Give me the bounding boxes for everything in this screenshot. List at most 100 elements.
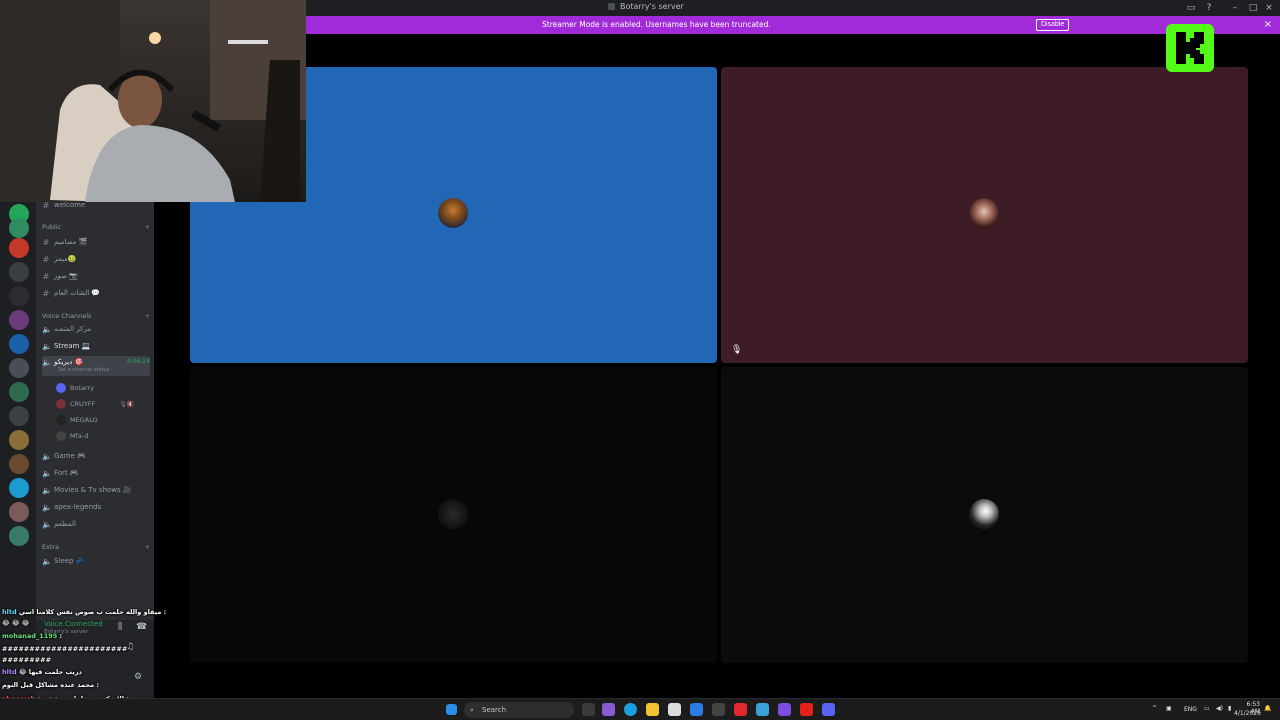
battery-icon[interactable]: ▮ bbox=[1228, 705, 1231, 712]
discord-icon[interactable] bbox=[822, 703, 835, 716]
muted-mic-icon: 🎙 bbox=[731, 345, 743, 355]
server-icon[interactable] bbox=[9, 358, 29, 378]
server-icon[interactable] bbox=[9, 262, 29, 282]
category-public[interactable]: Public + bbox=[42, 220, 150, 234]
notification-bell-icon[interactable]: 🔔 bbox=[1264, 705, 1271, 712]
mail-icon[interactable] bbox=[690, 703, 703, 716]
voice-channel-item[interactable]: 🔈 مركز المتصه bbox=[42, 322, 150, 336]
stream-chat-overlay: hltd ميقاو والله حلمت ب صوص نفس كلامنا ا… bbox=[0, 565, 166, 720]
webcam-overlay bbox=[0, 0, 306, 202]
voice-channel-stream[interactable]: 🔈 Stream 💻 bbox=[42, 339, 150, 353]
clock-date[interactable]: 4/1/2026 bbox=[1234, 710, 1261, 717]
edge-icon[interactable] bbox=[624, 703, 637, 716]
chat-message: mohanad_1195 : bbox=[2, 632, 63, 640]
minimize-icon[interactable]: – bbox=[1230, 3, 1240, 13]
avatar bbox=[56, 383, 66, 393]
voice-user[interactable]: CRUYFF 🎙🔇 bbox=[56, 397, 134, 411]
voice-channel-item[interactable]: 🔈 Movies & Tv shows 🎥 bbox=[42, 483, 150, 497]
windows-start-icon[interactable] bbox=[446, 704, 457, 715]
participant-tile[interactable]: 🎙 bbox=[721, 67, 1248, 363]
channel-list: # welcome Public + # مصاميم 🎬 # ميمز🤢 # … bbox=[36, 202, 154, 620]
server-icon[interactable] bbox=[9, 430, 29, 450]
close-banner-icon[interactable]: × bbox=[1264, 19, 1272, 31]
network-icon[interactable]: ▭ bbox=[1204, 705, 1210, 712]
server-icon[interactable] bbox=[9, 454, 29, 474]
speaker-icon: 🔈 bbox=[42, 468, 52, 478]
server-icon[interactable] bbox=[9, 310, 29, 330]
tray-chevron-icon[interactable]: ^ bbox=[1152, 705, 1157, 712]
taskbar-search[interactable]: ⌕ Search bbox=[464, 702, 574, 718]
streamer-mode-banner: Streamer Mode is enabled. Usernames have… bbox=[306, 16, 1280, 34]
server-icon[interactable] bbox=[9, 334, 29, 354]
voice-user[interactable]: Mfa-d bbox=[56, 429, 88, 443]
channel-item[interactable]: # الشات العام 💬 bbox=[42, 286, 150, 300]
server-icon[interactable] bbox=[9, 526, 29, 546]
speaker-icon: 🔈 bbox=[42, 324, 52, 334]
recording-app-icon[interactable] bbox=[734, 703, 747, 716]
steam-icon[interactable] bbox=[712, 703, 725, 716]
maximize-icon[interactable]: □ bbox=[1248, 3, 1258, 13]
category-voice[interactable]: Voice Channels + bbox=[42, 309, 150, 323]
add-channel-icon[interactable]: + bbox=[145, 223, 150, 231]
voice-channel-item[interactable]: 🔈 Game 🎮 bbox=[42, 449, 150, 463]
language-indicator[interactable]: ENG bbox=[1184, 706, 1197, 713]
windows-taskbar: ⌕ Search ^ ▣ ENG ▭ ◀) ▮ 6:53 AM 4/1/2026… bbox=[0, 698, 1280, 720]
channel-item[interactable]: # مصاميم 🎬 bbox=[42, 235, 150, 249]
tray-app-icon[interactable]: ▣ bbox=[1166, 705, 1172, 712]
participant-tile[interactable] bbox=[721, 367, 1248, 663]
channel-item[interactable]: # ميمز🤢 bbox=[42, 252, 150, 266]
copilot-icon[interactable] bbox=[602, 703, 615, 716]
chat-message: محمد عنده مشاكل قبل النوم : bbox=[2, 681, 99, 689]
hashtag-icon: # bbox=[42, 271, 50, 281]
inbox-icon[interactable]: ▭ bbox=[1186, 3, 1196, 13]
participant-avatar bbox=[969, 499, 999, 529]
voice-user[interactable]: MEGALO bbox=[56, 413, 98, 427]
chat-message: hltd 😂 دريب حلمت فيها bbox=[2, 668, 82, 676]
speaker-icon: 🔈 bbox=[42, 485, 52, 495]
voice-user[interactable]: Botarry bbox=[56, 381, 94, 395]
hashtag-icon: # bbox=[42, 254, 50, 264]
task-view-icon[interactable] bbox=[582, 703, 595, 716]
participant-tile[interactable] bbox=[190, 367, 717, 663]
kick-logo bbox=[1166, 24, 1214, 72]
server-icon bbox=[608, 3, 615, 10]
add-channel-icon[interactable]: + bbox=[145, 543, 150, 551]
channel-item[interactable]: # صور 📷 bbox=[42, 269, 150, 283]
close-window-icon[interactable]: × bbox=[1264, 3, 1274, 13]
voice-channel-item[interactable]: 🔈 المطعم bbox=[42, 517, 150, 531]
participant-avatar bbox=[438, 198, 468, 228]
category-extra[interactable]: Extra + bbox=[42, 540, 150, 554]
disable-button[interactable]: Disable bbox=[1036, 19, 1070, 31]
server-icon[interactable] bbox=[9, 286, 29, 306]
chat-message: ######### bbox=[2, 656, 52, 664]
server-icon[interactable] bbox=[9, 502, 29, 522]
speaker-icon: 🔈 bbox=[42, 358, 52, 367]
add-channel-icon[interactable]: + bbox=[145, 312, 150, 320]
webcam-feed bbox=[0, 0, 306, 202]
volume-icon[interactable]: ◀) bbox=[1216, 705, 1223, 712]
teams-icon[interactable] bbox=[778, 703, 791, 716]
app-icon[interactable] bbox=[756, 703, 769, 716]
hashtag-icon: # bbox=[42, 202, 50, 210]
participant-avatar bbox=[438, 499, 468, 529]
call-area: 🎙 bbox=[154, 34, 1280, 700]
search-icon: ⌕ bbox=[470, 706, 474, 714]
server-icon[interactable] bbox=[9, 478, 29, 498]
banner-text: Streamer Mode is enabled. Usernames have… bbox=[542, 20, 771, 29]
voice-channel-item[interactable]: 🔈 apex-legends bbox=[42, 500, 150, 514]
avatar bbox=[56, 399, 66, 409]
store-icon[interactable] bbox=[668, 703, 681, 716]
file-explorer-icon[interactable] bbox=[646, 703, 659, 716]
server-icon[interactable] bbox=[9, 218, 29, 238]
server-icon[interactable] bbox=[9, 406, 29, 426]
voice-channel-active[interactable]: 🔈 ديريكو 🎯 4:06:24 Set a channel status bbox=[42, 356, 150, 376]
participant-avatar bbox=[969, 198, 999, 228]
avatar bbox=[56, 415, 66, 425]
voice-channel-item[interactable]: 🔈 Fort 🎮 bbox=[42, 466, 150, 480]
help-icon[interactable]: ? bbox=[1204, 3, 1214, 13]
youtube-icon[interactable] bbox=[800, 703, 813, 716]
chat-message: ####################### bbox=[2, 645, 128, 653]
channel-welcome[interactable]: # welcome bbox=[42, 202, 150, 212]
server-icon[interactable] bbox=[9, 382, 29, 402]
server-icon[interactable] bbox=[9, 238, 29, 258]
